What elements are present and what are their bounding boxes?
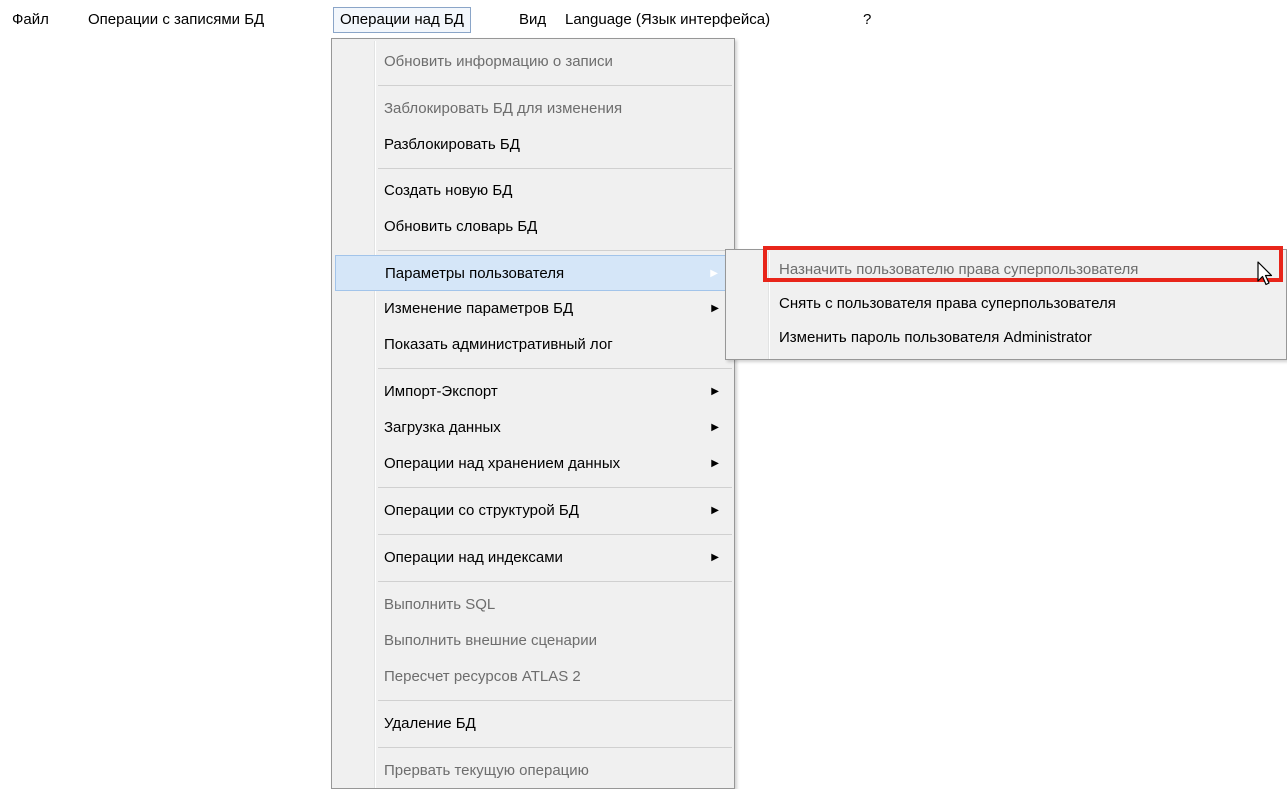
menu-item-label: Изменение параметров БД (384, 300, 574, 317)
menu-item-label: Параметры пользователя (385, 265, 565, 282)
menu-item-label: Обновить словарь БД (384, 218, 538, 235)
menu-item-refresh-record-info[interactable]: Обновить информацию о записи (335, 44, 731, 80)
menu-language[interactable]: Language (Язык интерфейса) (559, 8, 776, 32)
triangle-right-icon: ▶ (710, 268, 718, 279)
menu-separator (378, 168, 732, 169)
triangle-right-icon: ▶ (711, 505, 719, 516)
menu-item-load-data[interactable]: Загрузка данных ▶ (335, 410, 731, 446)
menu-item-delete-db[interactable]: Удаление БД (335, 706, 731, 742)
menu-item-label: Обновить информацию о записи (384, 53, 613, 70)
menu-item-run-external-scripts[interactable]: Выполнить внешние сценарии (335, 623, 731, 659)
submenu-item-revoke-superuser[interactable]: Снять с пользователя права суперпользова… (729, 287, 1283, 321)
menu-item-label: Удаление БД (384, 715, 476, 732)
submenu-item-change-admin-password[interactable]: Изменить пароль пользователя Administrat… (729, 321, 1283, 355)
mouse-pointer-icon (1257, 261, 1273, 286)
menu-item-recalc-atlas-resources[interactable]: Пересчет ресурсов ATLAS 2 (335, 659, 731, 695)
menu-item-label: Пересчет ресурсов ATLAS 2 (384, 668, 581, 685)
menu-item-label: Импорт-Экспорт (384, 383, 498, 400)
menu-item-execute-sql[interactable]: Выполнить SQL (335, 587, 731, 623)
menu-item-abort-operation[interactable]: Прервать текущую операцию (335, 753, 731, 789)
triangle-right-icon: ▶ (711, 552, 719, 563)
menu-separator (378, 85, 732, 86)
menu-item-label: Выполнить SQL (384, 596, 496, 613)
menu-item-label: Выполнить внешние сценарии (384, 632, 597, 649)
menu-item-label: Загрузка данных (384, 419, 501, 436)
menu-item-label: Создать новую БД (384, 182, 513, 199)
menu-file[interactable]: Файл (6, 8, 55, 32)
menu-help[interactable]: ? (857, 8, 877, 32)
menu-item-label: Прервать текущую операцию (384, 762, 589, 779)
menu-item-label: Изменить пароль пользователя Administrat… (779, 329, 1092, 346)
triangle-right-icon: ▶ (711, 458, 719, 469)
menu-item-import-export[interactable]: Импорт-Экспорт ▶ (335, 374, 731, 410)
menu-item-label: Заблокировать БД для изменения (384, 100, 623, 117)
menu-item-label: Операции над индексами (384, 549, 563, 566)
menu-item-show-admin-log[interactable]: Показать административный лог (335, 327, 731, 363)
menu-item-label: Операции со структурой БД (384, 502, 579, 519)
menu-view[interactable]: Вид (513, 8, 552, 32)
menu-item-unlock-db[interactable]: Разблокировать БД (335, 127, 731, 163)
menu-item-label: Разблокировать БД (384, 136, 520, 153)
menu-separator (378, 487, 732, 488)
menu-separator (378, 700, 732, 701)
db-operations-dropdown: Обновить информацию о записи Заблокирова… (331, 38, 735, 789)
menu-item-lock-db[interactable]: Заблокировать БД для изменения (335, 91, 731, 127)
menu-item-label: Снять с пользователя права суперпользова… (779, 295, 1116, 312)
menu-item-create-db[interactable]: Создать новую БД (335, 173, 731, 209)
menu-item-user-parameters[interactable]: Параметры пользователя ▶ (335, 255, 731, 291)
menu-item-storage-operations[interactable]: Операции над хранением данных ▶ (335, 446, 731, 482)
menu-separator (378, 534, 732, 535)
menu-item-index-operations[interactable]: Операции над индексами ▶ (335, 540, 731, 576)
menu-item-update-dictionary[interactable]: Обновить словарь БД (335, 209, 731, 245)
highlight-annotation (763, 246, 1283, 282)
menu-separator (378, 581, 732, 582)
menu-item-label: Операции над хранением данных (384, 455, 621, 472)
triangle-right-icon: ▶ (711, 386, 719, 397)
menu-record-operations[interactable]: Операции с записями БД (82, 8, 270, 32)
menu-separator (378, 250, 732, 251)
menu-separator (378, 747, 732, 748)
menu-separator (378, 368, 732, 369)
menu-item-label: Показать административный лог (384, 336, 613, 353)
menu-item-structure-operations[interactable]: Операции со структурой БД ▶ (335, 493, 731, 529)
triangle-right-icon: ▶ (711, 303, 719, 314)
triangle-right-icon: ▶ (711, 422, 719, 433)
menu-db-operations[interactable]: Операции над БД (333, 7, 471, 33)
menubar: Файл Операции с записями БД Операции над… (0, 0, 1287, 40)
menu-item-change-db-parameters[interactable]: Изменение параметров БД ▶ (335, 291, 731, 327)
